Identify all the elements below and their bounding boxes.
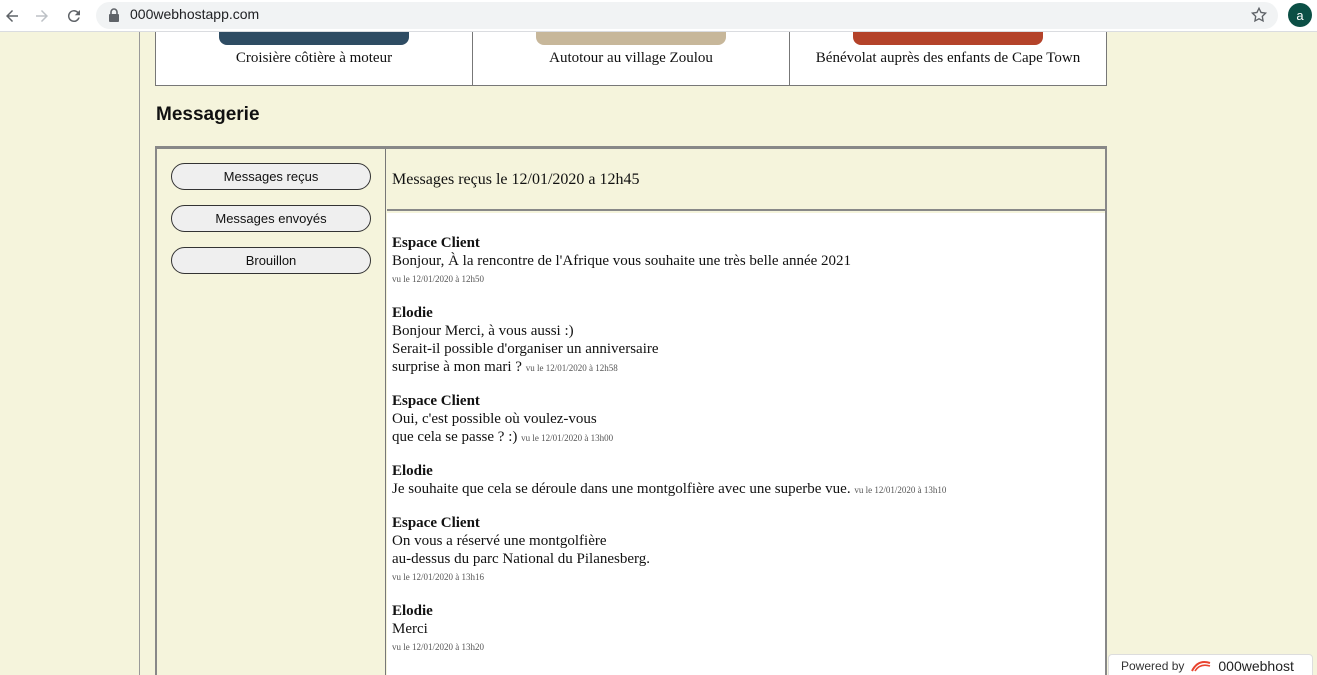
powered-by-text: Powered by	[1121, 659, 1185, 673]
card-label[interactable]: Autotour au village Zoulou	[473, 50, 789, 67]
message-author: Espace Client	[392, 235, 480, 251]
message-item: Elodie Je souhaite que cela se déroule d…	[392, 462, 946, 499]
read-receipt: vu le 12/01/2020 à 12h50	[392, 274, 484, 284]
read-receipt: vu le 12/01/2020 à 12h58	[525, 363, 618, 373]
forward-arrow-icon[interactable]	[30, 4, 54, 28]
messaging-panel: Messages reçus Messages envoyés Brouillo…	[155, 146, 1107, 675]
offer-cards: Croisière côtière à moteur Autotour au v…	[155, 32, 1107, 86]
back-arrow-icon[interactable]	[0, 4, 24, 28]
inbox-header: Messages reçus le 12/01/2020 a 12h45	[387, 149, 1105, 211]
drafts-button[interactable]: Brouillon	[171, 247, 371, 274]
mailbox-sidebar: Messages reçus Messages envoyés Brouillo…	[157, 149, 386, 675]
message-line: Je souhaite que cela se déroule dans une…	[392, 481, 851, 497]
message-item: Elodie Merci vu le 12/01/2020 à 13h20	[392, 602, 484, 656]
message-item: Espace Client On vous a réservé une mont…	[392, 514, 650, 586]
message-line: Oui, c'est possible où voulez-vous	[392, 411, 597, 427]
card-image	[853, 32, 1043, 45]
offer-card[interactable]: Croisière côtière à moteur	[156, 32, 473, 85]
message-item: Espace Client Oui, c'est possible où vou…	[392, 392, 613, 447]
read-receipt: vu le 12/01/2020 à 13h00	[521, 433, 614, 443]
page-title: Messagerie	[156, 104, 260, 125]
message-author: Elodie	[392, 603, 433, 619]
message-line: que cela se passe ? :)	[392, 429, 518, 445]
webhost-logo-icon	[1191, 661, 1211, 672]
card-label[interactable]: Bénévolat auprès des enfants de Cape Tow…	[790, 50, 1106, 67]
lock-icon	[109, 8, 119, 22]
message-line: Bonjour Merci, à vous aussi :)	[392, 323, 574, 339]
inbox-header-text: Messages reçus le 12/01/2020 a 12h45	[392, 171, 640, 188]
message-line: au-dessus du parc National du Pilanesber…	[392, 551, 650, 567]
message-line: On vous a réservé une montgolfière	[392, 533, 607, 549]
url-text: 000webhostapp.com	[130, 6, 260, 22]
page-border	[139, 32, 140, 675]
message-list: Espace Client Bonjour, À la rencontre de…	[387, 213, 1105, 675]
message-line: Merci	[392, 621, 428, 637]
offer-card[interactable]: Bénévolat auprès des enfants de Cape Tow…	[790, 32, 1106, 85]
read-receipt: vu le 12/01/2020 à 13h16	[392, 572, 484, 582]
message-item: Espace Client Bonjour, À la rencontre de…	[392, 234, 851, 288]
browser-toolbar: 000webhostapp.com a	[0, 0, 1317, 32]
message-line: surprise à mon mari ?	[392, 359, 522, 375]
offer-card[interactable]: Autotour au village Zoulou	[473, 32, 790, 85]
read-receipt: vu le 12/01/2020 à 13h20	[392, 642, 484, 652]
reload-icon[interactable]	[62, 4, 86, 28]
powered-by-badge[interactable]: Powered by 000webhost	[1108, 654, 1313, 675]
message-author: Espace Client	[392, 515, 480, 531]
message-line: Bonjour, À la rencontre de l'Afrique vou…	[392, 253, 852, 269]
sent-button[interactable]: Messages envoyés	[171, 205, 371, 232]
card-image	[219, 32, 409, 45]
profile-avatar[interactable]: a	[1288, 3, 1312, 27]
card-label[interactable]: Croisière côtière à moteur	[156, 50, 472, 67]
address-bar[interactable]: 000webhostapp.com	[96, 2, 1278, 29]
message-author: Elodie	[392, 463, 433, 479]
message-author: Elodie	[392, 305, 433, 321]
inbox-button[interactable]: Messages reçus	[171, 163, 371, 190]
card-image	[536, 32, 726, 45]
brand-name: 000webhost	[1218, 658, 1294, 674]
message-item: Elodie Bonjour Merci, à vous aussi :) Se…	[392, 304, 659, 377]
message-author: Espace Client	[392, 393, 480, 409]
bookmark-star-icon[interactable]	[1250, 6, 1268, 24]
read-receipt: vu le 12/01/2020 à 13h10	[854, 485, 947, 495]
message-line: Serait-il possible d'organiser un annive…	[392, 341, 659, 357]
